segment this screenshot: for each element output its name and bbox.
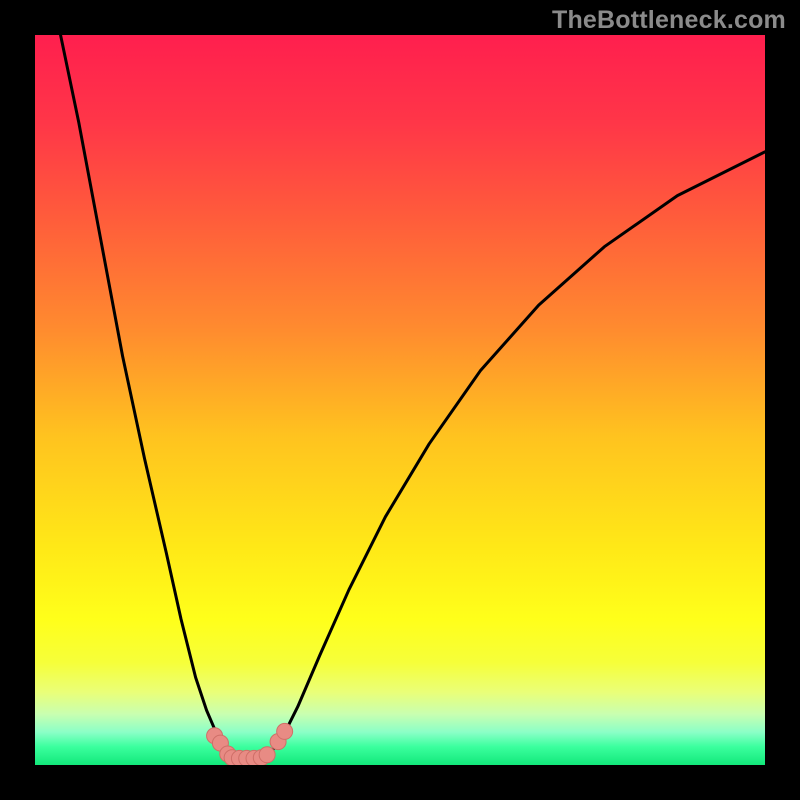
chart-frame: TheBottleneck.com [0, 0, 800, 800]
chart-svg [35, 35, 765, 765]
plot-area [35, 35, 765, 765]
watermark-text: TheBottleneck.com [552, 6, 786, 35]
data-marker [277, 723, 293, 739]
gradient-background [35, 35, 765, 765]
data-marker [259, 747, 275, 763]
